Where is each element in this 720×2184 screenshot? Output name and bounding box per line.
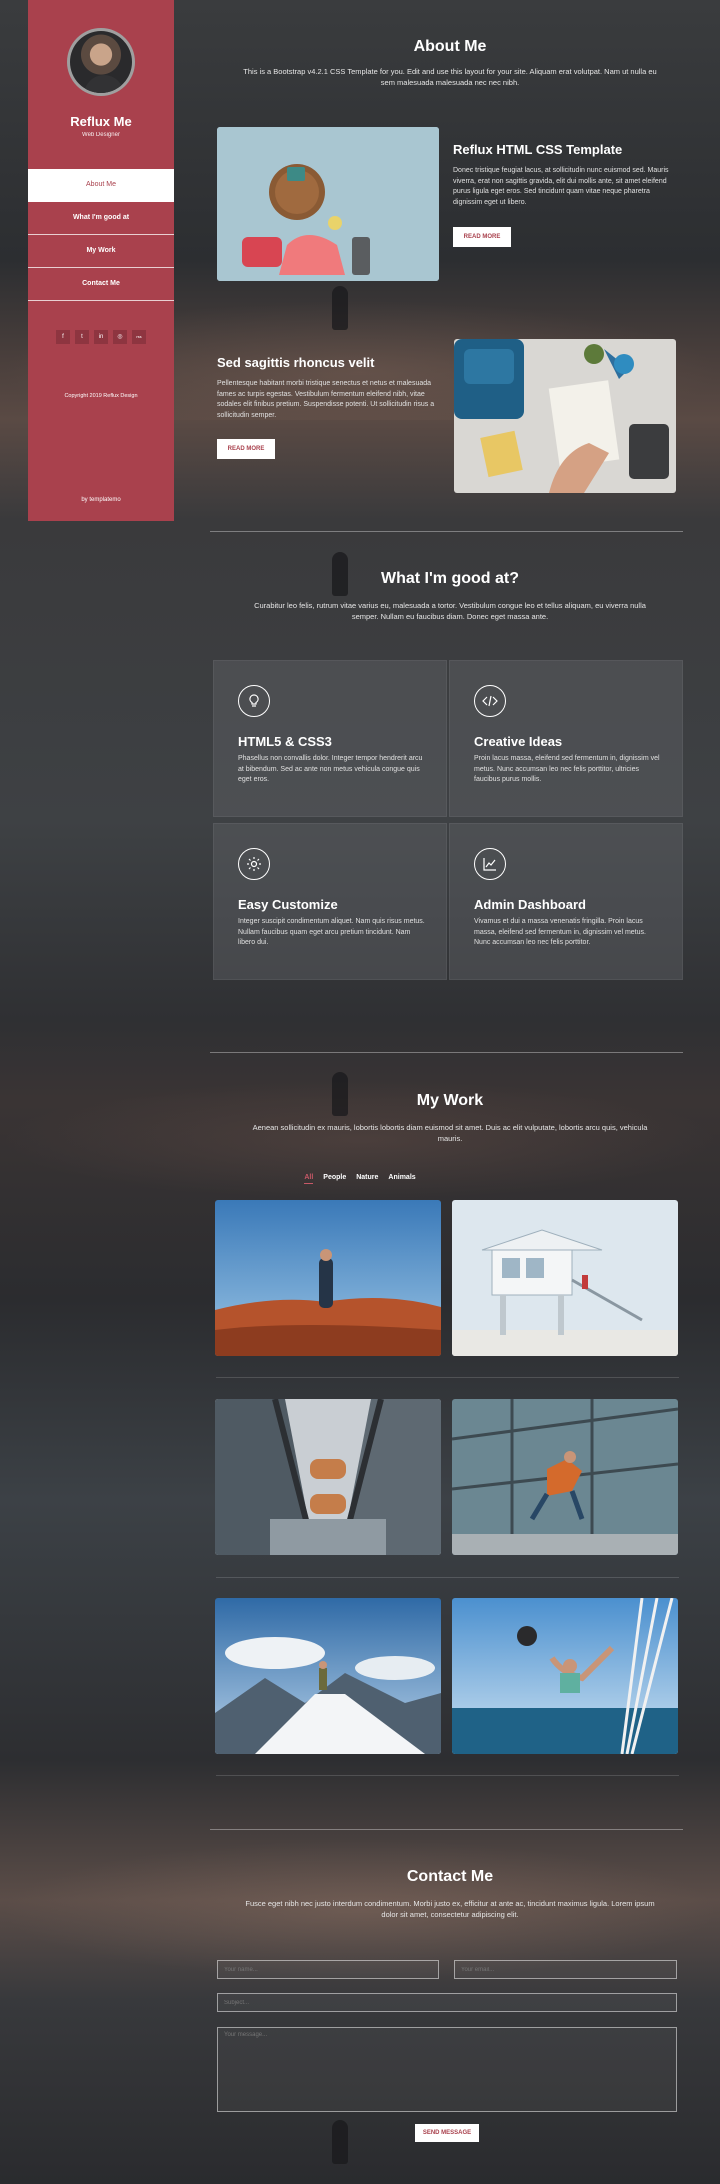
about-block-2-text: Pellentesque habitant morbi tristique se… <box>217 380 435 419</box>
rss-icon[interactable]: rss <box>132 330 146 344</box>
skill-text: Phasellus non convallis dolor. Integer t… <box>238 755 423 783</box>
main-nav: About Me What I'm good at My Work Contac… <box>28 169 174 301</box>
gallery-filters: All People Nature Animals <box>0 1174 720 1184</box>
lightbulb-icon <box>238 685 270 717</box>
gallery-row-divider <box>216 1775 679 1776</box>
about-image-1 <box>217 127 439 281</box>
skill-title: Easy Customize <box>238 897 338 912</box>
avatar <box>67 28 135 96</box>
gallery-row-divider <box>216 1377 679 1378</box>
nav-about-me[interactable]: About Me <box>28 169 174 202</box>
skill-title: Creative Ideas <box>474 734 563 749</box>
skill-text: Vivamus et dui a massa venenatis fringil… <box>474 918 646 946</box>
read-more-button[interactable]: READ MORE <box>453 227 511 247</box>
contact-intro: Fusce eget nibh nec justo interdum condi… <box>245 1899 655 1919</box>
work-intro: Aenean sollicitudin ex mauris, lobortis … <box>252 1123 648 1143</box>
gallery-photo[interactable] <box>215 1200 441 1356</box>
gallery-photo[interactable] <box>452 1399 678 1555</box>
send-message-button[interactable]: SEND MESSAGE <box>415 2124 479 2142</box>
credit-link[interactable]: by templatemo <box>28 497 174 503</box>
code-icon <box>474 685 506 717</box>
nav-my-work[interactable]: My Work <box>28 235 174 268</box>
name-input[interactable] <box>217 1960 439 1979</box>
skill-card: HTML5 & CSS3 Phasellus non convallis dol… <box>213 660 447 817</box>
gallery-photo[interactable] <box>215 1598 441 1754</box>
about-block-1-title: Reflux HTML CSS Template <box>453 142 623 157</box>
about-image-2 <box>454 339 676 493</box>
site-role: Web Designer <box>82 132 120 138</box>
nav-contact-me[interactable]: Contact Me <box>28 268 174 301</box>
linkedin-icon[interactable]: in <box>94 330 108 344</box>
section-divider <box>210 1829 683 1830</box>
about-block-2-title: Sed sagittis rhoncus velit <box>217 355 375 370</box>
section-divider <box>210 1052 683 1053</box>
skill-title: Admin Dashboard <box>474 897 586 912</box>
nav-good-at[interactable]: What I'm good at <box>28 202 174 235</box>
work-title: My Work <box>416 1092 484 1109</box>
subject-input[interactable] <box>217 1993 677 2012</box>
chart-icon <box>474 848 506 880</box>
message-textarea[interactable] <box>217 2027 677 2112</box>
background-figure <box>332 2120 348 2164</box>
skill-text: Proin lacus massa, eleifend sed fermentu… <box>474 755 660 783</box>
about-title: About Me <box>413 38 487 55</box>
site-name: Reflux Me <box>70 114 132 129</box>
filter-animals[interactable]: Animals <box>388 1174 415 1184</box>
social-links: f t in ◎ rss <box>56 330 146 344</box>
sidebar: Reflux Me Web Designer About Me What I'm… <box>28 0 174 521</box>
dribbble-icon[interactable]: ◎ <box>113 330 127 344</box>
skill-card: Easy Customize Integer suscipit condimen… <box>213 823 447 980</box>
gear-icon <box>238 848 270 880</box>
gallery-photo[interactable] <box>215 1399 441 1555</box>
filter-nature[interactable]: Nature <box>356 1174 378 1184</box>
skill-card: Creative Ideas Proin lacus massa, eleife… <box>449 660 683 817</box>
skill-card: Admin Dashboard Vivamus et dui a massa v… <box>449 823 683 980</box>
twitter-icon[interactable]: t <box>75 330 89 344</box>
copyright: Copyright 2019 Reflux Design <box>64 393 138 399</box>
about-intro: This is a Bootstrap v4.2.1 CSS Template … <box>243 67 657 87</box>
filter-all[interactable]: All <box>304 1174 314 1184</box>
contact-title: Contact Me <box>406 1868 494 1885</box>
filter-people[interactable]: People <box>323 1174 346 1184</box>
email-input[interactable] <box>454 1960 677 1979</box>
skill-title: HTML5 & CSS3 <box>238 734 332 749</box>
gallery-photo[interactable] <box>452 1598 678 1754</box>
skills-intro: Curabitur leo felis, rutrum vitae varius… <box>254 601 646 621</box>
skills-title: What I'm good at? <box>380 570 519 587</box>
skill-text: Integer suscipit condimentum aliquet. Na… <box>238 918 425 946</box>
gallery-row-divider <box>216 1577 679 1578</box>
gallery-photo[interactable] <box>452 1200 678 1356</box>
about-block-1-text: Donec tristique feugiat lacus, at sollic… <box>453 167 669 206</box>
section-divider <box>210 531 683 532</box>
background-figure <box>332 286 348 330</box>
read-more-button[interactable]: READ MORE <box>217 439 275 459</box>
facebook-icon[interactable]: f <box>56 330 70 344</box>
